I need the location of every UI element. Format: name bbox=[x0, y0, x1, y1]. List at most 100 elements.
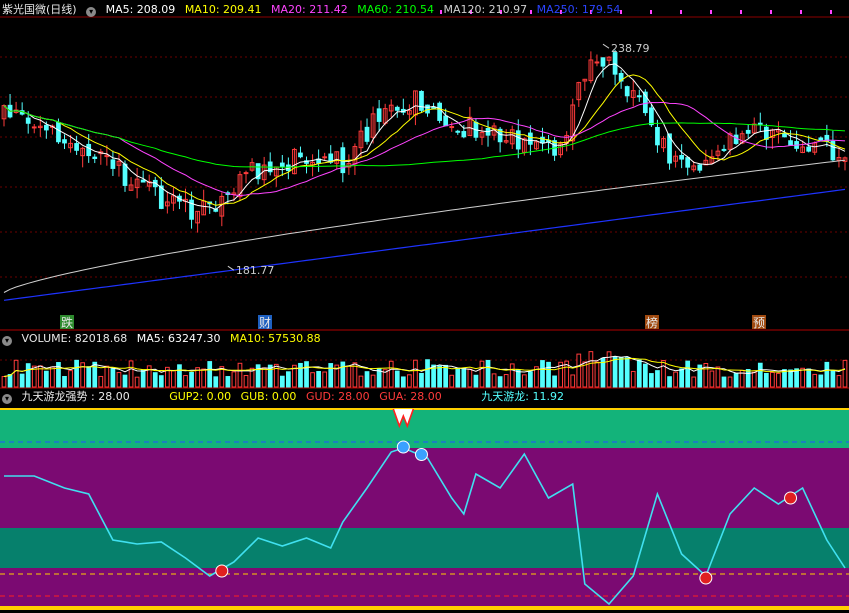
volume-bar bbox=[128, 360, 134, 388]
volume-bar bbox=[50, 366, 55, 388]
stock-name: 紫光国微(日线) bbox=[2, 3, 77, 16]
volume-bar bbox=[152, 372, 158, 388]
top-tick bbox=[830, 10, 832, 14]
ma20-line bbox=[3, 101, 846, 197]
volume-bar bbox=[479, 360, 485, 388]
volume-bar bbox=[43, 370, 49, 388]
gup2-label: GUP2: 0.00 bbox=[169, 390, 232, 403]
ma60-label: MA60: 210.54 bbox=[357, 3, 434, 16]
volume-bar bbox=[279, 375, 285, 388]
candle-body bbox=[394, 106, 400, 111]
volume-bar bbox=[515, 369, 521, 388]
volume-bar bbox=[207, 361, 213, 388]
volume-bar bbox=[104, 365, 110, 388]
candle-body bbox=[122, 163, 128, 186]
volume-bar bbox=[298, 362, 303, 388]
chevron-down-icon[interactable]: ▾ bbox=[2, 394, 12, 404]
volume-bar bbox=[443, 364, 449, 388]
candle-body bbox=[43, 124, 49, 131]
candle-body bbox=[110, 159, 116, 169]
volume-bar bbox=[25, 363, 31, 388]
price-header: 紫光国微(日线) ▾ MA5: 208.09 MA10: 209.41 MA20… bbox=[2, 3, 626, 17]
volume-bar bbox=[594, 361, 600, 388]
volume-bar bbox=[485, 359, 491, 388]
candle-body bbox=[763, 126, 769, 140]
volume-bar bbox=[842, 359, 848, 388]
volume-bar bbox=[588, 351, 594, 388]
indicator-name: 九天游龙强势 bbox=[21, 390, 88, 403]
volume-bar bbox=[540, 360, 545, 388]
stock-chart[interactable]: 238.79 181.77 跌 财 榜 预 bbox=[0, 0, 849, 613]
volume-bar bbox=[310, 372, 315, 388]
volume-bar bbox=[733, 373, 739, 388]
volume-bar bbox=[763, 372, 769, 388]
low-marker bbox=[227, 265, 235, 271]
candle-body bbox=[322, 156, 328, 159]
ma250-line bbox=[3, 188, 846, 301]
volume-bar bbox=[92, 361, 98, 388]
volume-bar bbox=[346, 365, 352, 388]
candle-body bbox=[86, 143, 92, 157]
volume-bar bbox=[661, 360, 666, 388]
candle-body bbox=[685, 157, 691, 168]
volume-bar bbox=[776, 372, 781, 388]
volume-bar bbox=[122, 374, 128, 388]
candle-body bbox=[818, 137, 824, 141]
volume-bar bbox=[788, 369, 793, 388]
volume-label: VOLUME: 82018.68 bbox=[21, 332, 128, 345]
candle-body bbox=[806, 146, 812, 152]
volume-bar bbox=[86, 366, 92, 388]
buy-signal-dot bbox=[215, 564, 229, 578]
volume-bar bbox=[685, 360, 691, 388]
candle-body bbox=[449, 126, 455, 129]
volume-bar bbox=[116, 372, 122, 388]
ma10-label: MA10: 209.41 bbox=[184, 3, 262, 16]
volume-bar bbox=[751, 371, 757, 388]
volume-bar bbox=[830, 369, 836, 388]
volume-bar bbox=[570, 374, 576, 388]
volume-bar bbox=[1, 376, 7, 388]
volume-bar bbox=[812, 373, 818, 388]
volume-bar bbox=[509, 363, 515, 388]
volume-bar bbox=[800, 367, 806, 388]
volume-panel[interactable] bbox=[0, 351, 849, 389]
candle-body bbox=[788, 140, 793, 146]
indicator-panel[interactable] bbox=[0, 408, 849, 610]
candle-body bbox=[56, 121, 61, 143]
volume-bar bbox=[497, 376, 503, 388]
ma60-line bbox=[3, 105, 846, 168]
volume-bar bbox=[449, 374, 455, 388]
candle-body bbox=[25, 117, 31, 124]
top-tick bbox=[770, 10, 772, 14]
candle-body bbox=[437, 102, 442, 121]
candle-body bbox=[679, 154, 685, 160]
event-marker-3: 预 bbox=[753, 316, 765, 330]
volume-bar bbox=[624, 357, 630, 388]
volume-bar bbox=[388, 360, 394, 388]
volume-bar bbox=[425, 359, 430, 388]
gub-label: GUB: 0.00 bbox=[240, 390, 297, 403]
gua-label: GUA: 28.00 bbox=[379, 390, 442, 403]
volume-bar bbox=[437, 365, 442, 388]
chevron-down-icon[interactable]: ▾ bbox=[2, 336, 12, 346]
volume-bar bbox=[727, 376, 733, 388]
candle-body bbox=[279, 162, 285, 168]
candle-body bbox=[594, 61, 600, 64]
chevron-down-icon[interactable]: ▾ bbox=[86, 7, 97, 17]
volume-bar bbox=[745, 368, 751, 388]
volume-bar bbox=[328, 363, 334, 388]
price-panel[interactable]: 238.79 181.77 跌 财 榜 预 bbox=[0, 10, 849, 331]
volume-bar bbox=[824, 361, 830, 388]
volume-ma5-label: MA5: 63247.30 bbox=[136, 332, 221, 345]
volume-ma5-line bbox=[3, 355, 846, 377]
volume-bar bbox=[189, 371, 194, 388]
candle-body bbox=[455, 130, 461, 133]
buy-signal-dot bbox=[784, 491, 798, 505]
volume-bar bbox=[709, 370, 715, 388]
volume-bar bbox=[655, 370, 660, 388]
volume-header: ▾ VOLUME: 82018.68 MA5: 63247.30 MA10: 5… bbox=[2, 332, 327, 346]
candle-body bbox=[158, 185, 164, 209]
top-tick bbox=[740, 10, 742, 14]
volume-bar bbox=[782, 369, 787, 388]
volume-bar bbox=[183, 375, 188, 388]
